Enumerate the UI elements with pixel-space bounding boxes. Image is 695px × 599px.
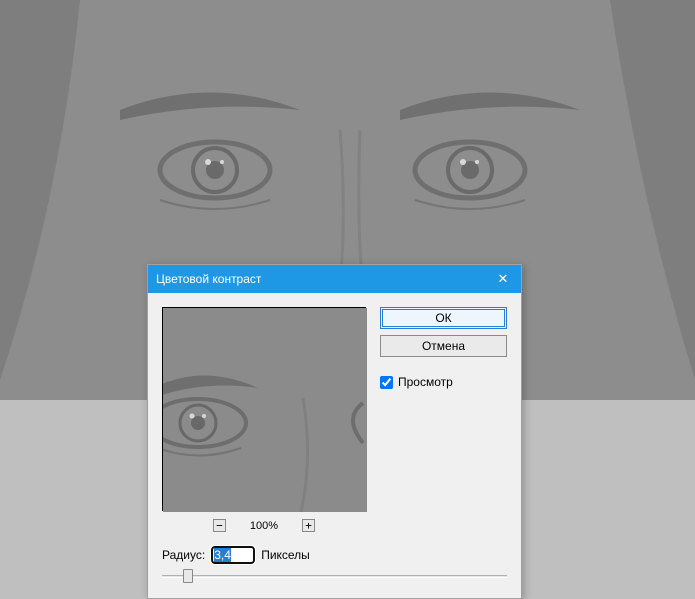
radius-label: Радиус: — [162, 548, 205, 562]
zoom-level: 100% — [250, 520, 278, 532]
radius-slider[interactable] — [162, 568, 507, 584]
dialog-titlebar[interactable]: Цветовой контраст ✕ — [148, 265, 521, 293]
dialog-title: Цветовой контраст — [156, 272, 493, 286]
close-icon[interactable]: ✕ — [493, 269, 513, 289]
slider-track — [162, 575, 507, 578]
preview-checkbox[interactable] — [380, 376, 393, 389]
filter-preview[interactable] — [162, 307, 366, 511]
slider-thumb[interactable] — [183, 569, 193, 583]
cancel-button[interactable]: Отмена — [380, 335, 507, 357]
ok-button[interactable]: ОК — [380, 307, 507, 329]
radius-unit: Пикселы — [261, 548, 310, 562]
radius-input[interactable] — [211, 546, 255, 564]
zoom-in-button[interactable]: + — [302, 519, 315, 532]
zoom-out-button[interactable]: − — [213, 519, 226, 532]
preview-checkbox-row[interactable]: Просмотр — [380, 375, 507, 389]
high-pass-dialog: Цветовой контраст ✕ — [147, 264, 522, 599]
preview-checkbox-label: Просмотр — [398, 375, 453, 389]
